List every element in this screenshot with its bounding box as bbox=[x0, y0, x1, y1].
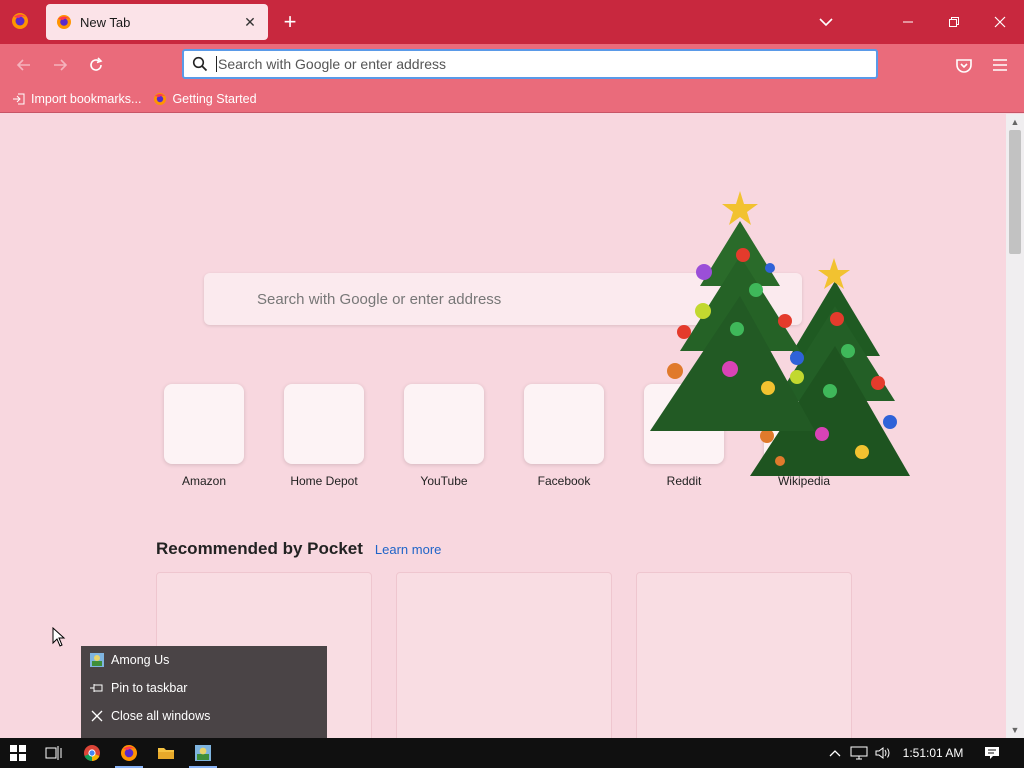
jumplist-item-pin[interactable]: Pin to taskbar bbox=[81, 674, 327, 702]
title-bar: New Tab ✕ + bbox=[0, 0, 1024, 44]
taskbar-file-explorer[interactable] bbox=[148, 738, 184, 768]
top-site-label: Facebook bbox=[537, 474, 591, 488]
new-tab-page: Search with Google or enter address Amaz… bbox=[0, 114, 1006, 738]
taskbar-jump-list: Among Us Pin to taskbar Close all window… bbox=[81, 646, 327, 738]
top-site-tile[interactable]: YouTube bbox=[396, 384, 492, 488]
system-clock[interactable]: 1:51:01 AM bbox=[900, 738, 966, 768]
start-icon bbox=[10, 745, 26, 761]
firefox-menu-icon[interactable] bbox=[10, 11, 30, 31]
scroll-down-icon[interactable]: ▼ bbox=[1006, 722, 1024, 738]
top-site-label: Amazon bbox=[181, 474, 227, 488]
top-site-tile[interactable]: Home Depot bbox=[276, 384, 372, 488]
pocket-card[interactable] bbox=[396, 572, 612, 738]
jumplist-label: Among Us bbox=[111, 653, 170, 667]
close-icon bbox=[89, 708, 105, 724]
jumplist-label: Close all windows bbox=[111, 709, 211, 723]
top-site-label: Home Depot bbox=[290, 474, 358, 488]
firefox-icon bbox=[154, 93, 167, 105]
url-bar[interactable]: Search with Google or enter address bbox=[182, 49, 878, 79]
bookmarks-toolbar: Import bookmarks... Getting Started bbox=[0, 86, 1024, 113]
top-site-thumbnail bbox=[284, 384, 364, 464]
minimize-icon[interactable] bbox=[896, 10, 920, 34]
start-button[interactable] bbox=[0, 738, 36, 768]
file-explorer-icon bbox=[158, 748, 174, 759]
bookmark-label: Import bookmarks... bbox=[31, 92, 142, 106]
firefox-icon bbox=[121, 745, 137, 761]
tab-new-tab[interactable]: New Tab ✕ bbox=[46, 4, 268, 40]
among-us-icon bbox=[89, 652, 105, 668]
pin-icon bbox=[89, 680, 105, 696]
jumplist-item-close-all[interactable]: Close all windows bbox=[81, 702, 327, 730]
christmas-trees-decoration bbox=[650, 191, 910, 476]
taskbar-among-us[interactable] bbox=[185, 738, 221, 768]
list-all-tabs-icon[interactable] bbox=[814, 10, 838, 34]
pocket-header: Recommended by Pocket Learn more bbox=[156, 539, 441, 559]
action-center-icon[interactable] bbox=[980, 738, 1004, 768]
top-site-thumbnail bbox=[404, 384, 484, 464]
search-icon bbox=[192, 56, 208, 72]
windows-taskbar: 1:51:01 AM bbox=[0, 738, 1024, 768]
reload-icon[interactable] bbox=[84, 53, 108, 77]
close-window-icon[interactable] bbox=[988, 10, 1012, 34]
learn-more-link[interactable]: Learn more bbox=[375, 542, 441, 557]
scroll-up-icon[interactable]: ▲ bbox=[1006, 114, 1024, 130]
top-site-label: YouTube bbox=[420, 474, 468, 488]
top-site-tile[interactable]: Amazon bbox=[156, 384, 252, 488]
mouse-cursor-icon bbox=[52, 627, 66, 647]
show-hidden-icons[interactable] bbox=[826, 738, 844, 768]
pocket-card[interactable] bbox=[636, 572, 852, 738]
restore-icon[interactable] bbox=[942, 10, 966, 34]
hamburger-menu-icon[interactable] bbox=[990, 53, 1010, 77]
network-icon[interactable] bbox=[848, 738, 870, 768]
bookmark-import[interactable]: Import bookmarks... bbox=[12, 92, 141, 106]
text-caret bbox=[216, 56, 217, 72]
top-site-thumbnail bbox=[524, 384, 604, 464]
page-scrollbar[interactable]: ▲ ▼ bbox=[1006, 114, 1024, 738]
scrollbar-thumb[interactable] bbox=[1009, 130, 1021, 254]
top-site-thumbnail bbox=[164, 384, 244, 464]
bookmark-getting-started[interactable]: Getting Started bbox=[153, 92, 257, 106]
task-view-icon bbox=[45, 746, 62, 760]
bookmark-label: Getting Started bbox=[172, 92, 257, 106]
close-tab-icon[interactable]: ✕ bbox=[242, 14, 258, 30]
new-tab-button[interactable]: + bbox=[280, 11, 300, 33]
navigation-bar: Search with Google or enter address bbox=[0, 44, 1024, 86]
jumplist-item-among-us[interactable]: Among Us bbox=[81, 646, 327, 674]
task-view-button[interactable] bbox=[36, 738, 72, 768]
url-placeholder: Search with Google or enter address bbox=[218, 56, 447, 72]
newtab-search-placeholder: Search with Google or enter address bbox=[257, 290, 502, 308]
pocket-icon[interactable] bbox=[954, 53, 974, 77]
back-icon[interactable] bbox=[12, 53, 36, 77]
tab-title: New Tab bbox=[80, 14, 131, 30]
taskbar-firefox[interactable] bbox=[111, 738, 147, 768]
import-icon bbox=[13, 93, 25, 105]
jumplist-label: Pin to taskbar bbox=[111, 681, 188, 695]
chrome-icon bbox=[84, 745, 100, 762]
among-us-icon bbox=[195, 745, 211, 761]
taskbar-chrome[interactable] bbox=[74, 738, 110, 768]
firefox-icon bbox=[57, 15, 71, 29]
pocket-title: Recommended by Pocket bbox=[156, 539, 363, 558]
volume-icon[interactable] bbox=[872, 738, 894, 768]
top-site-tile[interactable]: Facebook bbox=[516, 384, 612, 488]
forward-icon[interactable] bbox=[48, 53, 72, 77]
